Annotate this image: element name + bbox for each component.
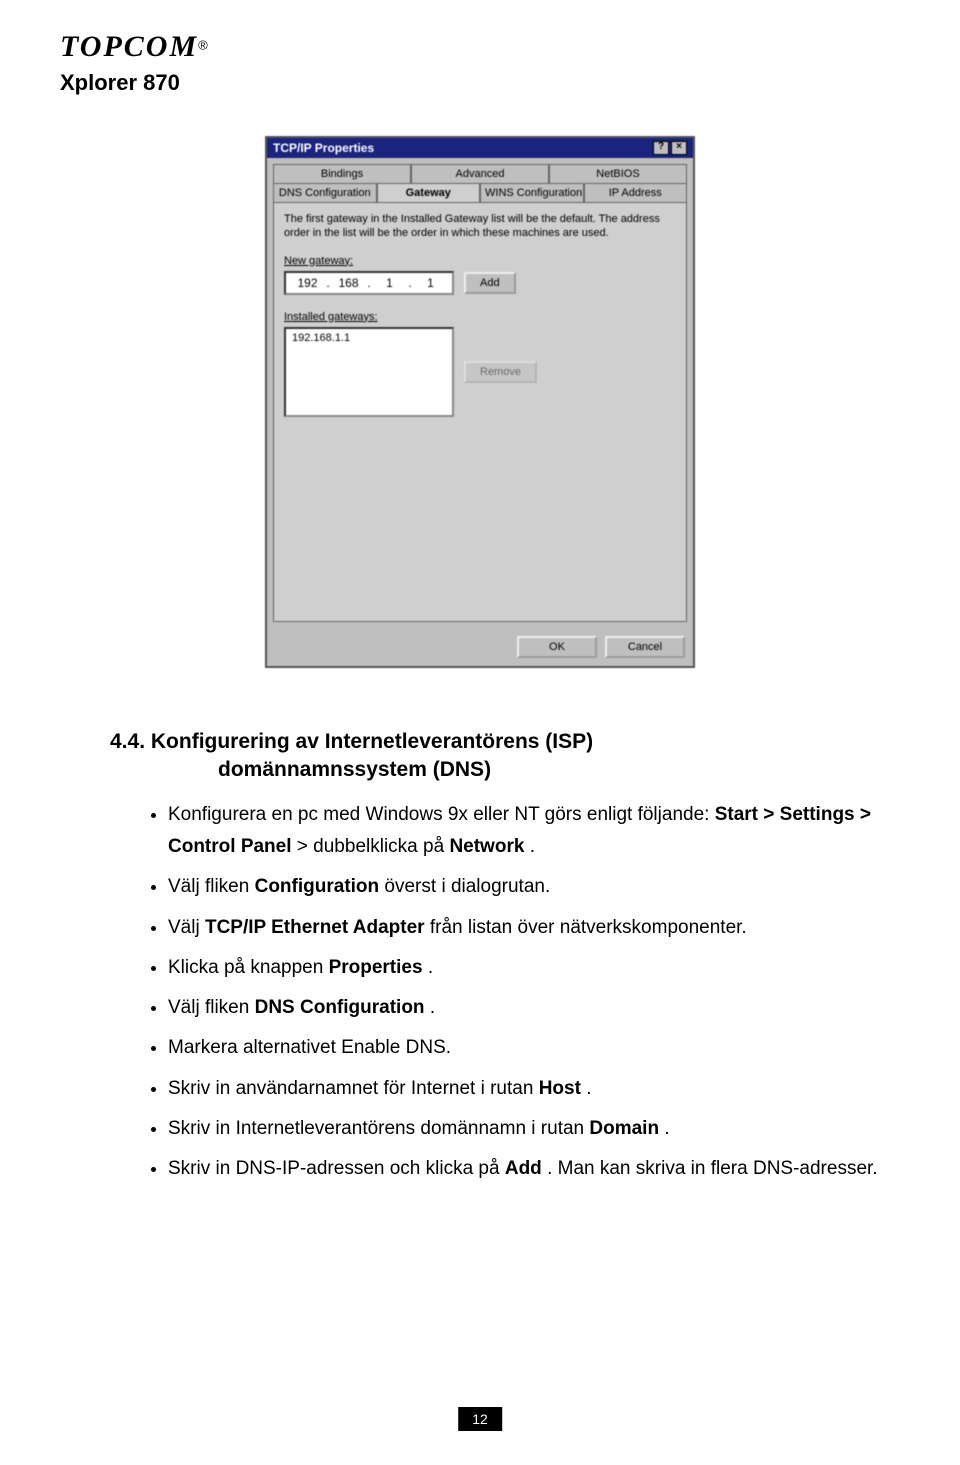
list-item: Skriv in Internetleverantörens domännamn… [168, 1113, 900, 1145]
tabs-row-1: Bindings Advanced NetBIOS [267, 158, 693, 183]
tab-bindings[interactable]: Bindings [273, 164, 411, 183]
section-title-2: domännamnssystem (DNS) [218, 758, 491, 781]
titlebar: TCP/IP Properties ? × [267, 138, 693, 158]
tabs-row-2: DNS Configuration Gateway WINS Configura… [267, 183, 693, 202]
list-item: Välj TCP/IP Ethernet Adapter från listan… [168, 912, 900, 944]
section-title-1: Konfigurering av Internetleverantörens (… [151, 730, 593, 753]
brand-block: TOPCOM® [60, 30, 900, 64]
list-item: Konfigurera en pc med Windows 9x eller N… [168, 799, 900, 864]
list-item: Välj fliken Configuration överst i dialo… [168, 871, 900, 903]
ip-octet-3[interactable]: 1 [372, 276, 407, 290]
ip-octet-1[interactable]: 192 [290, 276, 325, 290]
page-number: 12 [458, 1407, 502, 1431]
section-number: 4.4. [110, 730, 145, 753]
product-name: Xplorer 870 [60, 70, 900, 96]
list-item: Markera alternativet Enable DNS. [168, 1032, 900, 1064]
list-item: Skriv in användarnamnet för Internet i r… [168, 1073, 900, 1105]
installed-gw-item[interactable]: 192.168.1.1 [292, 332, 446, 344]
new-gateway-input[interactable]: 192. 168. 1. 1 [284, 271, 454, 295]
dialog-screenshot: TCP/IP Properties ? × Bindings Advanced … [60, 136, 900, 668]
tab-advanced[interactable]: Advanced [411, 164, 549, 183]
tab-gateway[interactable]: Gateway [377, 183, 481, 202]
add-button[interactable]: Add [464, 272, 516, 294]
tab-ip[interactable]: IP Address [584, 183, 688, 202]
installed-gw-list[interactable]: 192.168.1.1 [284, 327, 454, 417]
section-heading: 4.4. Konfigurering av Internetleverantör… [110, 728, 900, 785]
close-button[interactable]: × [671, 141, 687, 155]
new-gateway-row: 192. 168. 1. 1 Add [284, 271, 676, 295]
remove-button[interactable]: Remove [464, 361, 537, 383]
cancel-button[interactable]: Cancel [605, 636, 685, 658]
list-item: Skriv in DNS-IP-adressen och klicka på A… [168, 1153, 900, 1185]
tab-dns[interactable]: DNS Configuration [273, 183, 377, 202]
help-button[interactable]: ? [653, 141, 669, 155]
ip-octet-2[interactable]: 168 [331, 276, 366, 290]
titlebar-text: TCP/IP Properties [273, 141, 651, 155]
tab-panel: The first gateway in the Installed Gatew… [273, 202, 687, 622]
installed-gw-row: 192.168.1.1 Remove [284, 327, 676, 417]
installed-gw-label: Installed gateways: [284, 311, 676, 323]
tab-wins[interactable]: WINS Configuration [480, 183, 584, 202]
list-item: Klicka på knappen Properties . [168, 952, 900, 984]
panel-desc: The first gateway in the Installed Gatew… [284, 213, 676, 241]
ip-octet-4[interactable]: 1 [413, 276, 448, 290]
ok-button[interactable]: OK [517, 636, 597, 658]
dialog-button-row: OK Cancel [267, 628, 693, 666]
new-gateway-label: New gateway: [284, 255, 676, 267]
tcpip-dialog: TCP/IP Properties ? × Bindings Advanced … [265, 136, 695, 668]
brand-reg: ® [198, 38, 208, 53]
instruction-list: Konfigurera en pc med Windows 9x eller N… [168, 799, 900, 1186]
list-item: Välj fliken DNS Configuration . [168, 992, 900, 1024]
tab-netbios[interactable]: NetBIOS [549, 164, 687, 183]
brand-logo: TOPCOM [60, 30, 198, 63]
